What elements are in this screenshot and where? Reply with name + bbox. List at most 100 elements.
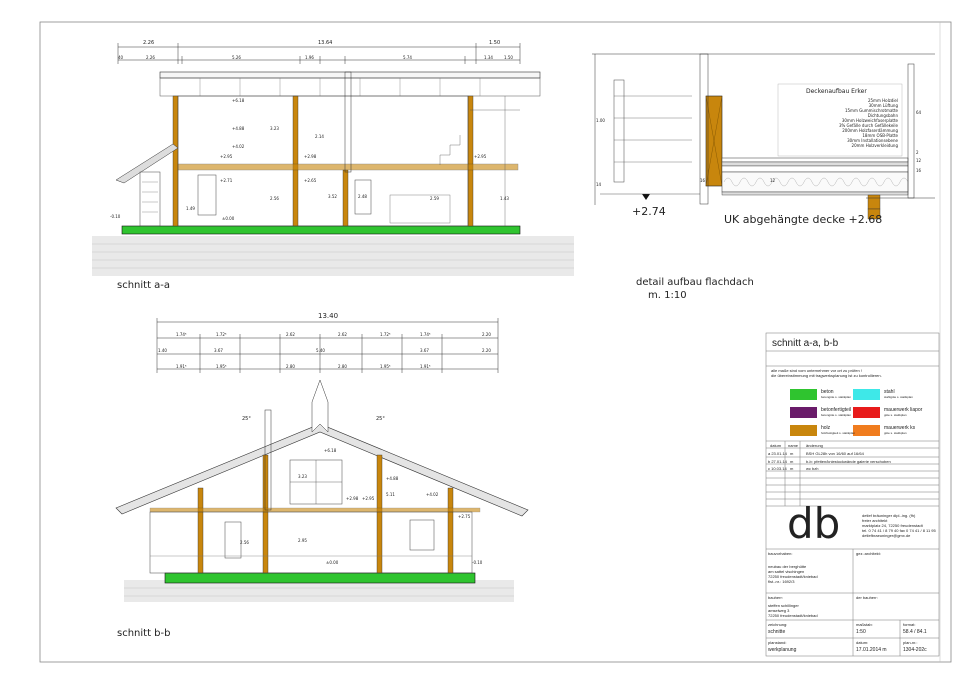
aa-height-2: 2.14 bbox=[315, 134, 324, 139]
zeichnung-label: zeichnung: bbox=[768, 622, 788, 627]
bb-dim-row3: 1.95⁵ bbox=[216, 364, 227, 369]
format-label: format: bbox=[903, 622, 916, 627]
aa-dim-top-3: 1.50 bbox=[489, 40, 501, 46]
bb-height: 5.11 bbox=[386, 492, 395, 497]
detail-label-line1: detail aufbau flachdach bbox=[636, 277, 754, 288]
title-block-note-2: die übereinstimmung mit tragwerksplanung… bbox=[771, 373, 882, 378]
aa-dim-sub-1: 40 bbox=[118, 55, 124, 60]
bb-dim-row1: 2.62 bbox=[286, 332, 295, 337]
aa-dim-sub-4: 1.96 bbox=[305, 55, 314, 60]
aa-dim-sub-7: 1.50 bbox=[504, 55, 513, 60]
format-value: 58.4 / 84.1 bbox=[903, 629, 927, 635]
aa-height-1: 3.23 bbox=[270, 126, 279, 131]
aa-height-4: 1.49 bbox=[186, 206, 195, 211]
revision-header-aenderung: änderung bbox=[806, 443, 823, 448]
massstab-value: 1:50 bbox=[856, 629, 866, 635]
revision-row-a-date: a 23.01.14 bbox=[768, 451, 787, 456]
detail-buildup-line: 20mm Holzverkleidung bbox=[851, 143, 898, 148]
bb-dim-row3: 1.91⁵ bbox=[420, 364, 431, 369]
planstand-label: planstand: bbox=[768, 640, 787, 645]
aa-dim-sub-2: 2.26 bbox=[146, 55, 155, 60]
aa-dim-sub-6: 1.34 bbox=[484, 55, 493, 60]
revision-header-name: name bbox=[788, 443, 799, 448]
bb-dim-row3: 2.80 bbox=[286, 364, 295, 369]
aa-dim-sub-3: 5.26 bbox=[232, 55, 241, 60]
section-bb-drawing bbox=[115, 318, 529, 602]
firm-line: detlefbraeuninger@gmx.de bbox=[862, 533, 911, 538]
bauvorhaben-label: bauvorhaben: bbox=[768, 551, 793, 556]
bb-level: +2.75 bbox=[458, 514, 471, 519]
detail-elev-left: +2.74 bbox=[632, 205, 666, 218]
aa-level-10: -0.10 bbox=[110, 214, 121, 219]
bb-level: +4.88 bbox=[386, 476, 399, 481]
aa-height-5: 3.52 bbox=[328, 194, 337, 199]
bb-height: 2.95 bbox=[298, 538, 307, 543]
revision-row-b-change: b-b: pfetten/kniestockwände galerie vers… bbox=[806, 459, 891, 464]
bb-dim-row2: 3.67 bbox=[420, 348, 429, 353]
legend-betonfertigteil-sub: betongüte s. statikplan bbox=[821, 413, 852, 417]
legend-holz-sub: holzfestigkeit s. statikplan bbox=[821, 431, 856, 435]
revision-row-a-change: BSH GL28h von 16/60 auf 16/64 bbox=[806, 451, 864, 456]
detail-dim: 16 bbox=[700, 178, 706, 183]
legend-swatch-mauerwerk-liapor bbox=[853, 407, 880, 418]
bb-level: -0.10 bbox=[472, 560, 483, 565]
bb-dim-row2: 2.20 bbox=[482, 348, 491, 353]
aa-dim-sub-5: 5.74 bbox=[403, 55, 412, 60]
legend-beton-sub: betongüte s. statikplan bbox=[821, 395, 852, 399]
plannr-label: plan-nr.: bbox=[903, 640, 918, 645]
revision-row-c-date: c 10.03.14 bbox=[768, 466, 787, 471]
section-aa-label: schnitt a-a bbox=[117, 280, 171, 291]
detail-buildup-title: Deckenaufbau Erker bbox=[806, 88, 867, 95]
legend-swatch-stahl bbox=[853, 389, 880, 400]
detail-dim: 16 bbox=[916, 168, 922, 173]
bb-height: 2.56 bbox=[240, 540, 249, 545]
datum-value: 17.01.2014 m bbox=[856, 647, 887, 653]
legend-swatch-beton bbox=[790, 389, 817, 400]
aa-height-3: 2.56 bbox=[270, 196, 279, 201]
bb-height: 3.23 bbox=[298, 474, 307, 479]
legend-stahl-sub: stahlgüte s. statikplan bbox=[884, 395, 913, 399]
aa-height-8: 1.43 bbox=[500, 196, 509, 201]
bb-level: +4.02 bbox=[426, 492, 439, 497]
bb-dim-row1: 2.62 bbox=[338, 332, 347, 337]
bb-dim-row1: 1.72⁵ bbox=[380, 332, 391, 337]
legend-mauerwerk-ks-sub: güte s. statikplan bbox=[884, 431, 907, 435]
legend-swatch-holz bbox=[790, 425, 817, 436]
bb-dim-total: 13.40 bbox=[318, 312, 339, 320]
massstab-label: maßstab: bbox=[856, 622, 873, 627]
detail-elev-uk: UK abgehängte decke +2.68 bbox=[724, 213, 883, 226]
detail-dim: 1.00 bbox=[596, 118, 605, 123]
bb-dim-row1: 2.20 bbox=[482, 332, 491, 337]
revision-row-c-name: m bbox=[790, 466, 794, 471]
aa-dim-top-1: 2.26 bbox=[143, 40, 155, 46]
detail-dim: 14 bbox=[596, 182, 602, 187]
aa-level-5: +2.71 bbox=[220, 178, 233, 183]
revision-row-b-name: m bbox=[790, 459, 794, 464]
aa-height-6: 2.48 bbox=[358, 194, 367, 199]
bb-dim-row1: 1.74⁵ bbox=[420, 332, 431, 337]
legend-swatch-mauerwerk-ks bbox=[853, 425, 880, 436]
bb-dim-row2: 1.40 bbox=[158, 348, 167, 353]
revision-row-b-date: b 27.01.14 bbox=[768, 459, 787, 464]
datum-label: datum: bbox=[856, 640, 869, 645]
section-bb-label: schnitt b-b bbox=[117, 628, 171, 639]
detail-dim: 12 bbox=[770, 178, 776, 183]
bb-dim-row1: 1.74⁵ bbox=[176, 332, 187, 337]
aa-level-4: +2.95 bbox=[220, 154, 233, 159]
bb-dim-row3: 1.91⁵ bbox=[176, 364, 187, 369]
bb-level: ±0.00 bbox=[326, 560, 339, 565]
aa-level-6: +2.98 bbox=[304, 154, 317, 159]
revision-row-a-name: m bbox=[790, 451, 794, 456]
bb-angle-left: 25° bbox=[242, 416, 251, 422]
detail-dim: 2 bbox=[916, 150, 919, 155]
project-line: flst.-nr.: 1692/3 bbox=[768, 579, 795, 584]
aa-level-3: +4.02 bbox=[232, 144, 245, 149]
aa-dim-top-2: 13.64 bbox=[318, 40, 333, 46]
detail-dim: 12 bbox=[916, 158, 922, 163]
client-line: 72250 freudenstadt/kniebad bbox=[768, 613, 818, 618]
legend-mauerwerk-liapor-sub: güte s. statikplan bbox=[884, 413, 907, 417]
title-block-title: schnitt a-a, b-b bbox=[772, 338, 839, 349]
detail-dim: 64 bbox=[916, 110, 922, 115]
bb-level: +6.18 bbox=[324, 448, 337, 453]
zeichnung-value: schnitte bbox=[768, 629, 786, 635]
